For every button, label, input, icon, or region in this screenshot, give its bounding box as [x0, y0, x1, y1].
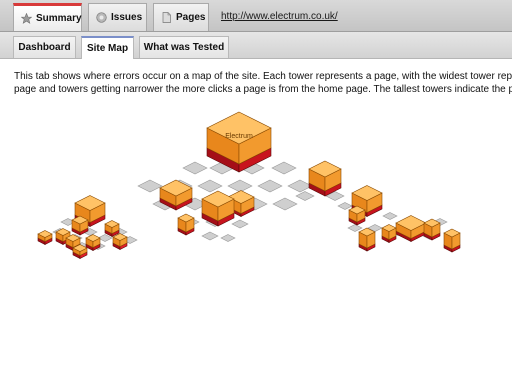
description-line-1: This tab shows where errors occur on a m…	[14, 71, 512, 82]
page-tile	[197, 179, 223, 193]
tab-issues[interactable]: Issues	[88, 3, 147, 31]
page-tile	[220, 234, 236, 242]
sub-tab-bar: Dashboard Site Map What was Tested	[0, 32, 512, 59]
site-map-visualization: Electrum	[37, 111, 461, 259]
tab-summary-label: Summary	[36, 13, 82, 24]
issues-icon	[96, 12, 107, 23]
tab-summary[interactable]: Summary	[13, 3, 82, 31]
page-tower[interactable]	[85, 234, 101, 251]
page-tile	[347, 224, 363, 232]
page-tower[interactable]	[206, 111, 272, 173]
page-tile	[182, 161, 208, 175]
page-tower[interactable]	[358, 227, 376, 252]
site-url-link[interactable]: http://www.electrum.co.uk/	[221, 11, 338, 22]
page-tower[interactable]	[308, 160, 342, 197]
page-tower[interactable]	[71, 215, 89, 236]
page-tile	[137, 179, 163, 193]
description-line-2: page and towers getting narrower the mor…	[14, 84, 512, 95]
page-tower[interactable]	[348, 205, 366, 226]
tab-pages[interactable]: Pages	[153, 3, 209, 31]
star-icon	[20, 12, 33, 24]
home-page-label: Electrum	[225, 133, 253, 140]
page-tower[interactable]	[104, 220, 120, 237]
site-map-description: This tab shows where errors occur on a m…	[14, 70, 512, 96]
subtab-dashboard[interactable]: Dashboard	[13, 36, 76, 58]
page-tower[interactable]	[37, 230, 53, 245]
page-tower[interactable]	[177, 213, 195, 236]
tab-issues-label: Issues	[111, 12, 143, 23]
page-tile	[295, 191, 315, 201]
top-tab-bar: Summary Issues Pages http://www.electrum…	[0, 0, 512, 32]
page-icon	[161, 12, 172, 23]
page-tile	[201, 231, 219, 241]
page-tile	[257, 179, 283, 193]
page-tile	[382, 212, 398, 220]
page-tile	[287, 179, 313, 193]
page-tile	[271, 161, 297, 175]
page-tower[interactable]	[395, 215, 427, 242]
page-tile	[272, 197, 298, 211]
page-tower[interactable]	[381, 224, 397, 243]
page-tower[interactable]	[423, 218, 441, 241]
page-tower[interactable]	[112, 233, 128, 250]
subtab-site-map[interactable]: Site Map	[81, 36, 134, 59]
tab-pages-label: Pages	[176, 12, 206, 23]
page-tile	[231, 219, 249, 229]
page-tile	[227, 179, 253, 193]
page-tile	[337, 202, 353, 210]
subtab-what-was-tested[interactable]: What was Tested	[139, 36, 229, 58]
page-tower[interactable]	[443, 228, 461, 253]
